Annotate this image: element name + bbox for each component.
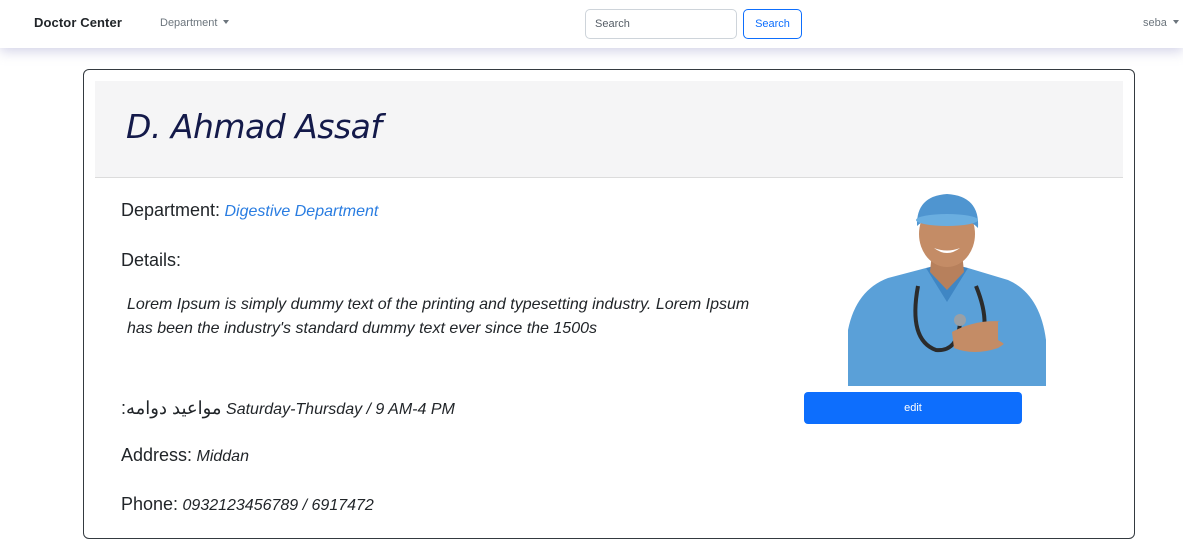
department-link[interactable]: Digestive Department [225,203,379,220]
caret-down-icon [223,20,230,24]
search-input[interactable] [585,9,737,39]
edit-button[interactable]: edit [804,392,1022,424]
department-row: Department: Digestive Department [121,200,378,221]
phone-value: 0932123456789 / 6917472 [182,497,374,514]
department-label: Department: [121,200,221,220]
details-row: Details: [121,250,181,271]
details-label: Details: [121,250,182,270]
details-text: Lorem Ipsum is simply dummy text of the … [127,296,750,337]
hours-value: Saturday-Thursday / 9 AM-4 PM [226,401,455,418]
address-label: Address: [121,445,193,465]
department-dropdown[interactable]: Department [160,17,230,29]
brand-link[interactable]: Doctor Center [34,15,122,30]
phone-label: Phone: [121,494,179,514]
user-name: seba [1143,17,1167,29]
hours-row: مواعيد دوامه: Saturday-Thursday / 9 AM-4… [121,398,455,419]
department-dropdown-label: Department [160,17,218,29]
phone-row: Phone: 0932123456789 / 6917472 [121,494,374,515]
address-value: Middan [196,448,249,465]
user-dropdown[interactable]: seba [1143,17,1179,29]
top-navbar: Doctor Center Department Search seba [0,0,1183,48]
card-header: D. Ahmad Assaf [95,81,1123,178]
hours-label: مواعيد دوامه: [121,398,222,418]
address-row: Address: Middan [121,445,249,466]
caret-down-icon [1172,20,1179,24]
doctor-illustration [848,194,1046,386]
search-button[interactable]: Search [743,9,802,39]
doctor-name: D. Ahmad Assaf [126,107,382,146]
doctor-photo [848,190,1046,386]
doctor-card: D. Ahmad Assaf Department: Digestive Dep… [83,69,1135,539]
